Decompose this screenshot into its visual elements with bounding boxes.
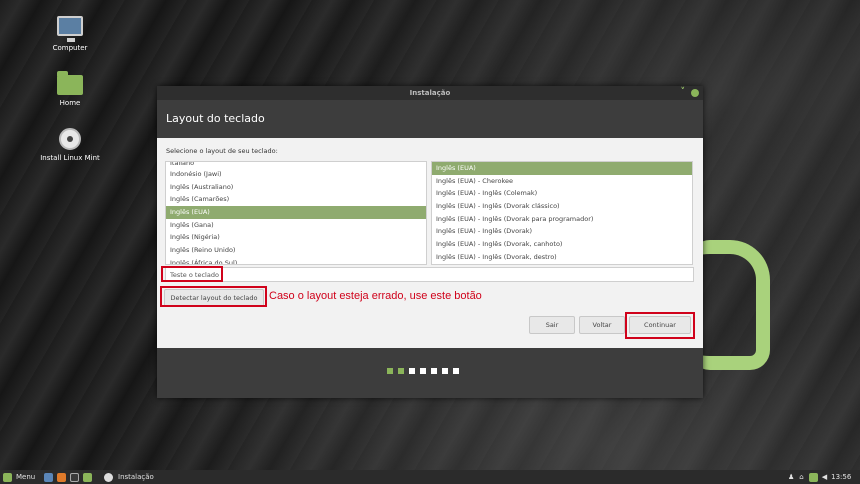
desktop-icon-label: Computer — [52, 44, 88, 52]
desktop-icon-label: Home — [59, 99, 81, 107]
computer-icon — [57, 16, 83, 42]
quicklaunch — [44, 470, 92, 484]
window-title: Instalação — [409, 89, 451, 97]
layout-prompt: Selecione o layout de seu teclado: — [166, 147, 278, 155]
progress-dot — [431, 368, 437, 374]
system-tray: ♟ ⌂ ◀ 13:56 — [788, 470, 851, 484]
progress-footer — [157, 348, 703, 398]
list-item[interactable]: Inglês (Australiano) — [166, 181, 426, 194]
clock[interactable]: 13:56 — [831, 470, 851, 484]
mint-menu-icon — [3, 472, 12, 482]
list-item[interactable]: Inglês (Camarões) — [166, 193, 426, 206]
menu-label: Menu — [16, 473, 36, 481]
desktop-icon-computer[interactable]: Computer — [30, 16, 110, 52]
back-button[interactable]: Voltar — [579, 316, 625, 334]
highlight-detect-button — [160, 286, 267, 307]
desktop-icon[interactable] — [44, 472, 53, 482]
annotation-text: Caso o layout esteja errado, use este bo… — [269, 290, 482, 302]
list-item[interactable]: Inglês (EUA) - Inglês (Dvorak clássico) — [432, 200, 692, 213]
list-item[interactable]: Inglês (África do Sul) — [166, 257, 426, 264]
taskbar-window-label: Instalação — [118, 473, 154, 481]
list-item[interactable]: Inglês (Gana) — [166, 219, 426, 232]
list-item[interactable]: Indonésio (Jawi) — [166, 168, 426, 181]
page-title: Layout do teclado — [166, 112, 265, 125]
highlight-test-input — [161, 266, 223, 282]
progress-dot — [409, 368, 415, 374]
network-icon[interactable]: ⌂ — [799, 470, 803, 484]
progress-dot — [420, 368, 426, 374]
progress-dot — [453, 368, 459, 374]
list-item[interactable]: Inglês (Nigéria) — [166, 231, 426, 244]
desktop-icon-home[interactable]: Home — [30, 71, 110, 107]
close-icon[interactable] — [691, 89, 699, 97]
progress-dot — [387, 368, 393, 374]
list-item[interactable]: Inglês (EUA) - Inglês (Dvorak para progr… — [432, 213, 692, 226]
folder-icon — [57, 71, 83, 95]
list-item[interactable]: Inglês (EUA) - Inglês (Dvorak, canhoto) — [432, 238, 692, 251]
installer-window: Instalação ˅ Layout do teclado Selecione… — [157, 86, 703, 398]
taskbar-window-button[interactable]: Instalação — [104, 470, 154, 484]
taskbar: Menu Instalação ♟ ⌂ ◀ 13:56 — [0, 470, 860, 484]
desktop-icon-install[interactable]: Install Linux Mint — [30, 128, 110, 162]
window-titlebar[interactable]: Instalação ˅ — [157, 86, 703, 100]
minimize-icon[interactable]: ˅ — [681, 87, 686, 97]
list-item-selected[interactable]: Inglês (EUA) — [432, 162, 692, 175]
terminal-icon[interactable] — [70, 472, 79, 482]
firefox-icon[interactable] — [57, 472, 66, 482]
list-item[interactable]: Inglês (EUA) - Inglês (Colemak) — [432, 187, 692, 200]
highlight-continue-button — [625, 312, 695, 339]
installer-icon — [104, 472, 113, 482]
menu-button[interactable]: Menu — [3, 470, 35, 484]
shield-icon[interactable] — [808, 472, 818, 482]
variant-list[interactable]: Inglês (EUA) Inglês (EUA) - Cherokee Ing… — [431, 161, 693, 265]
list-item[interactable]: Inglês (EUA) - Inglês (Dvorak, destro) — [432, 251, 692, 264]
progress-dots — [387, 368, 459, 374]
volume-icon[interactable]: ◀ — [822, 470, 827, 484]
list-item[interactable]: Inglês (EUA) - Cherokee — [432, 175, 692, 188]
keyboard-test-input[interactable] — [165, 267, 694, 282]
progress-dot — [442, 368, 448, 374]
disc-icon — [59, 128, 81, 150]
list-item[interactable]: Inglês (Reino Unido) — [166, 244, 426, 257]
layout-list[interactable]: Italiano Indonésio (Jawi) Inglês (Austra… — [165, 161, 427, 265]
files-icon[interactable] — [83, 472, 92, 482]
user-icon[interactable]: ♟ — [788, 470, 794, 484]
page-header: Layout do teclado — [157, 100, 703, 138]
desktop-icon-label: Install Linux Mint — [40, 154, 100, 162]
quit-button[interactable]: Sair — [529, 316, 575, 334]
list-item[interactable]: Inglês (EUA) - Inglês (Dvorak) — [432, 225, 692, 238]
list-item-selected[interactable]: Inglês (EUA) — [166, 206, 426, 219]
progress-dot — [398, 368, 404, 374]
